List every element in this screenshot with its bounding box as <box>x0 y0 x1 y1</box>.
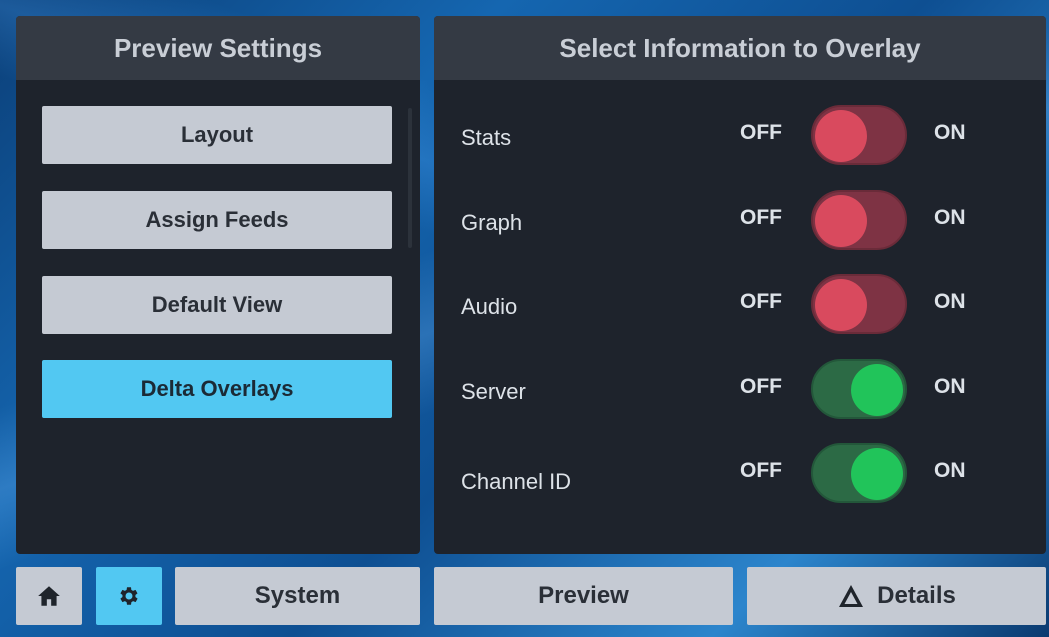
layout-button[interactable]: Layout <box>42 106 392 164</box>
overlay-row-channel-id: Channel ID OFF ON <box>434 443 1046 507</box>
preview-button[interactable]: Preview <box>434 567 733 625</box>
off-label: OFF <box>740 375 782 398</box>
overlay-row-audio: Audio OFF ON <box>434 274 1046 338</box>
off-label: OFF <box>740 206 782 229</box>
on-label: ON <box>934 121 966 144</box>
row-label: Audio <box>461 294 518 319</box>
off-label: OFF <box>740 459 782 482</box>
preview-settings-title: Preview Settings <box>16 16 420 80</box>
overlay-panel-title: Select Information to Overlay <box>434 16 1046 80</box>
default-view-button[interactable]: Default View <box>42 276 392 334</box>
overlay-row-stats: Stats OFF ON <box>434 105 1046 169</box>
details-label: Details <box>877 582 956 609</box>
toggle-knob <box>815 110 867 162</box>
row-label: Stats <box>461 125 512 150</box>
audio-toggle[interactable] <box>811 274 907 334</box>
toggle-knob <box>851 364 903 416</box>
scrollbar[interactable] <box>408 108 412 248</box>
on-label: ON <box>934 375 966 398</box>
overlay-row-graph: Graph OFF ON <box>434 190 1046 254</box>
stats-toggle[interactable] <box>811 105 907 165</box>
toggle-knob <box>851 448 903 500</box>
settings-button[interactable] <box>96 567 162 625</box>
on-label: ON <box>934 206 966 229</box>
row-label: Graph <box>461 210 523 235</box>
channel-id-toggle[interactable] <box>811 443 907 503</box>
gear-icon <box>117 584 141 608</box>
off-label: OFF <box>740 290 782 313</box>
graph-toggle[interactable] <box>811 190 907 250</box>
row-label: Channel ID <box>461 469 572 494</box>
overlay-row-server: Server OFF ON <box>434 359 1046 423</box>
assign-feeds-button[interactable]: Assign Feeds <box>42 191 392 249</box>
overlay-panel: Select Information to Overlay Stats OFF … <box>434 16 1046 554</box>
details-button[interactable]: Details <box>747 567 1046 625</box>
delta-icon <box>837 583 865 609</box>
home-button[interactable] <box>16 567 82 625</box>
off-label: OFF <box>740 121 782 144</box>
system-button[interactable]: System <box>175 567 420 625</box>
home-icon <box>36 583 62 609</box>
row-label: Server <box>461 379 526 404</box>
preview-settings-panel: Preview Settings Layout Assign Feeds Def… <box>16 16 420 554</box>
toggle-knob <box>815 279 867 331</box>
on-label: ON <box>934 290 966 313</box>
delta-overlays-button[interactable]: Delta Overlays <box>42 360 392 418</box>
toggle-knob <box>815 195 867 247</box>
on-label: ON <box>934 459 966 482</box>
server-toggle[interactable] <box>811 359 907 419</box>
